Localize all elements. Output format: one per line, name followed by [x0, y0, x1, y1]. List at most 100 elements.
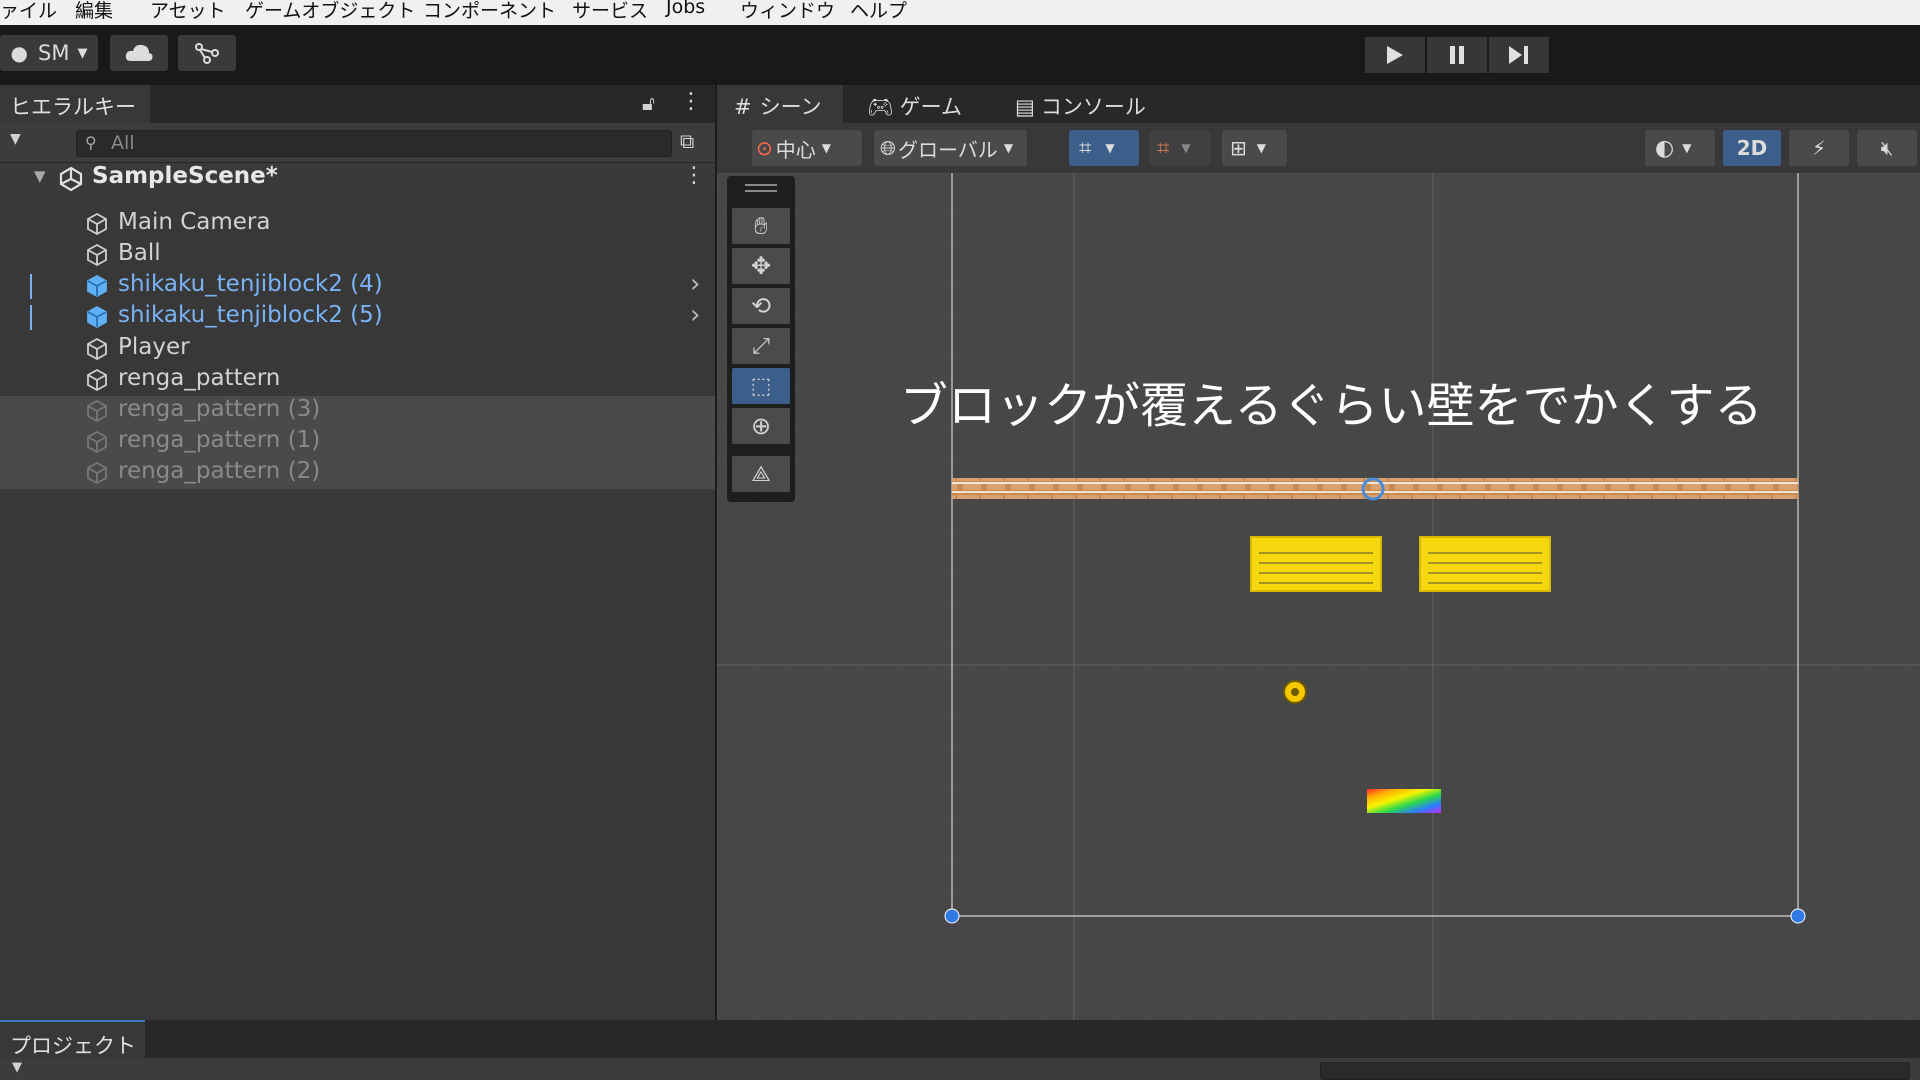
menu-file[interactable]: ァイル — [0, 0, 57, 23]
account-dropdown[interactable]: ● SM ▼ — [0, 35, 98, 71]
hierarchy-item[interactable]: renga_pattern (1) — [0, 427, 715, 458]
chevron-down-icon: ▼ — [821, 141, 831, 155]
create-dropdown-icon[interactable]: ▼ — [12, 1060, 22, 1075]
draw-mode-dropdown[interactable]: ◐ ▼ — [1645, 130, 1715, 166]
hierarchy-panel: ヒエラルキー 🔓︎ ⋮ ▼ ⚲ All ⧉ ▼ SampleScene* ⋮ M… — [0, 85, 715, 1020]
gameobject-cube-icon — [87, 430, 107, 454]
ruler-dropdown[interactable]: ⊞ ▼ — [1222, 130, 1287, 166]
hierarchy-item[interactable]: › shikaku_tenjiblock2 (4) — [0, 269, 715, 302]
override-bar — [30, 305, 32, 330]
rect-tool[interactable]: ⬚ — [732, 368, 790, 404]
player-paddle[interactable] — [1367, 789, 1441, 813]
transform-tool[interactable]: ⊕ — [732, 408, 790, 444]
chevron-down-icon: ▼ — [1105, 141, 1115, 155]
expand-arrow-icon[interactable]: ▼ — [34, 167, 46, 185]
brick-wall[interactable] — [952, 478, 1798, 499]
tab-project[interactable]: プロジェクト — [0, 1020, 145, 1058]
scale-tool[interactable]: ⤢ — [732, 328, 790, 364]
cloud-button[interactable] — [110, 35, 168, 71]
rect-handle-bottom-left[interactable] — [944, 908, 960, 924]
move-tool[interactable]: ✥ — [732, 248, 790, 284]
pivot-dropdown[interactable]: ⊙ 中心 ▼ — [752, 130, 862, 166]
annotation-caption: ブロックが覆えるぐらい壁をでかくする — [900, 378, 1763, 434]
chevron-down-icon: ▼ — [1181, 141, 1191, 155]
yellow-block-left[interactable] — [1250, 536, 1382, 592]
kebab-menu-icon[interactable]: ⋮ — [680, 89, 702, 114]
tab-scene[interactable]: # シーン — [717, 85, 843, 123]
transform-icon: ⊕ — [750, 412, 772, 440]
snap-increment-icon: ⌗ — [1157, 135, 1170, 161]
prefab-open-arrow-icon[interactable]: › — [690, 300, 700, 330]
cloud-icon — [125, 44, 153, 61]
hierarchy-item[interactable]: renga_pattern (2) — [0, 458, 715, 489]
project-search-input[interactable] — [1320, 1062, 1910, 1080]
minor-grid — [717, 173, 1920, 1020]
menu-assets[interactable]: アセット — [150, 0, 226, 23]
gameobject-cube-icon — [87, 337, 107, 361]
yellow-block-right[interactable] — [1419, 536, 1551, 592]
main-toolbar: ● SM ▼ — [0, 25, 1920, 85]
scene-root-row[interactable]: ▼ SampleScene* ⋮ — [0, 163, 715, 194]
lighting-icon: ⚡︎ — [1811, 136, 1827, 160]
pause-icon — [1450, 46, 1464, 64]
rect-handle-bottom-right[interactable] — [1790, 908, 1806, 924]
hierarchy-item[interactable]: Main Camera — [0, 209, 715, 240]
scene-visibility-icon[interactable]: ⧉ — [680, 129, 694, 153]
hand-tool[interactable]: ✋︎ — [732, 208, 790, 244]
play-button[interactable] — [1365, 37, 1425, 73]
hierarchy-item[interactable]: Ball — [0, 240, 715, 271]
rotate-tool[interactable]: ⟲ — [732, 288, 790, 324]
hierarchy-item[interactable]: › shikaku_tenjiblock2 (5) — [0, 300, 715, 333]
tab-hierarchy[interactable]: ヒエラルキー — [0, 85, 150, 123]
menu-services[interactable]: サービス — [572, 0, 648, 23]
menu-gameobject[interactable]: ゲームオブジェクト — [245, 0, 415, 23]
ball[interactable] — [1283, 680, 1307, 704]
space-dropdown[interactable]: 🌐︎ グローバル ▼ — [874, 130, 1027, 166]
menu-jobs[interactable]: Jobs — [666, 0, 705, 18]
hierarchy-item[interactable]: Player — [0, 334, 715, 365]
create-dropdown-icon[interactable]: ▼ — [10, 131, 21, 147]
pause-button[interactable] — [1427, 37, 1487, 73]
lighting-toggle[interactable]: ⚡︎ — [1789, 130, 1849, 166]
2d-toggle[interactable]: 2D — [1723, 130, 1781, 166]
hand-icon: ✋︎ — [754, 212, 768, 240]
scene-menu-icon[interactable]: ⋮ — [683, 163, 705, 188]
custom-tool[interactable]: ⟁ — [732, 456, 790, 492]
increment-snap-toggle[interactable]: ⌗ ▼ — [1149, 130, 1211, 166]
menu-window[interactable]: ウィンドウ — [740, 0, 835, 23]
shading-icon: ◐ — [1655, 135, 1675, 161]
account-icon: ● — [10, 41, 28, 65]
hierarchy-search-row: ▼ ⚲ All ⧉ — [0, 123, 715, 163]
hierarchy-item-label: renga_pattern (1) — [118, 427, 321, 453]
menu-edit[interactable]: 編集 — [75, 0, 113, 23]
scene-viewport[interactable] — [717, 173, 1920, 1020]
hierarchy-item[interactable]: renga_pattern — [0, 365, 715, 396]
search-input[interactable]: ⚲ All — [76, 130, 672, 157]
step-button[interactable] — [1489, 37, 1549, 73]
tab-game-label: ゲーム — [899, 95, 963, 119]
ruler-icon: ⊞ — [1230, 136, 1247, 160]
hierarchy-item-label: renga_pattern (2) — [118, 458, 321, 484]
scene-toolbar: ⊙ 中心 ▼ 🌐︎ グローバル ▼ ⌗ ▼ ⌗ ▼ ⊞ ▼ ◐ ▼ 2D ⚡︎ — [717, 123, 1920, 173]
hierarchy-item-label: renga_pattern (3) — [118, 396, 321, 422]
scene-tab-bar: # シーン 🎮︎ ゲーム ▤ コンソール — [717, 85, 1920, 123]
prefab-open-arrow-icon[interactable]: › — [690, 269, 700, 299]
scene-canvas[interactable] — [717, 173, 1920, 1020]
chevron-down-icon: ▼ — [1003, 141, 1014, 155]
lock-icon[interactable]: 🔓︎ — [642, 91, 655, 115]
collab-button[interactable] — [178, 35, 236, 71]
palette-drag-handle[interactable] — [745, 184, 777, 192]
space-label: グローバル — [898, 137, 998, 162]
tab-game[interactable]: 🎮︎ ゲーム — [867, 85, 962, 123]
chevron-down-icon: ▼ — [1256, 141, 1266, 155]
menu-help[interactable]: ヘルプ — [850, 0, 907, 23]
override-bar — [30, 274, 32, 299]
grid-snap-toggle[interactable]: ⌗ ▼ — [1069, 130, 1139, 166]
audio-toggle[interactable]: 🔇︎ — [1857, 130, 1917, 166]
hierarchy-item[interactable]: renga_pattern (3) — [0, 396, 715, 427]
tab-console[interactable]: ▤ コンソール — [1015, 85, 1146, 123]
menu-component[interactable]: コンポーネント — [423, 0, 556, 23]
custom-tool-icon: ⟁ — [751, 461, 771, 487]
move-icon: ✥ — [750, 252, 772, 280]
gameobject-cube-icon — [87, 368, 107, 392]
